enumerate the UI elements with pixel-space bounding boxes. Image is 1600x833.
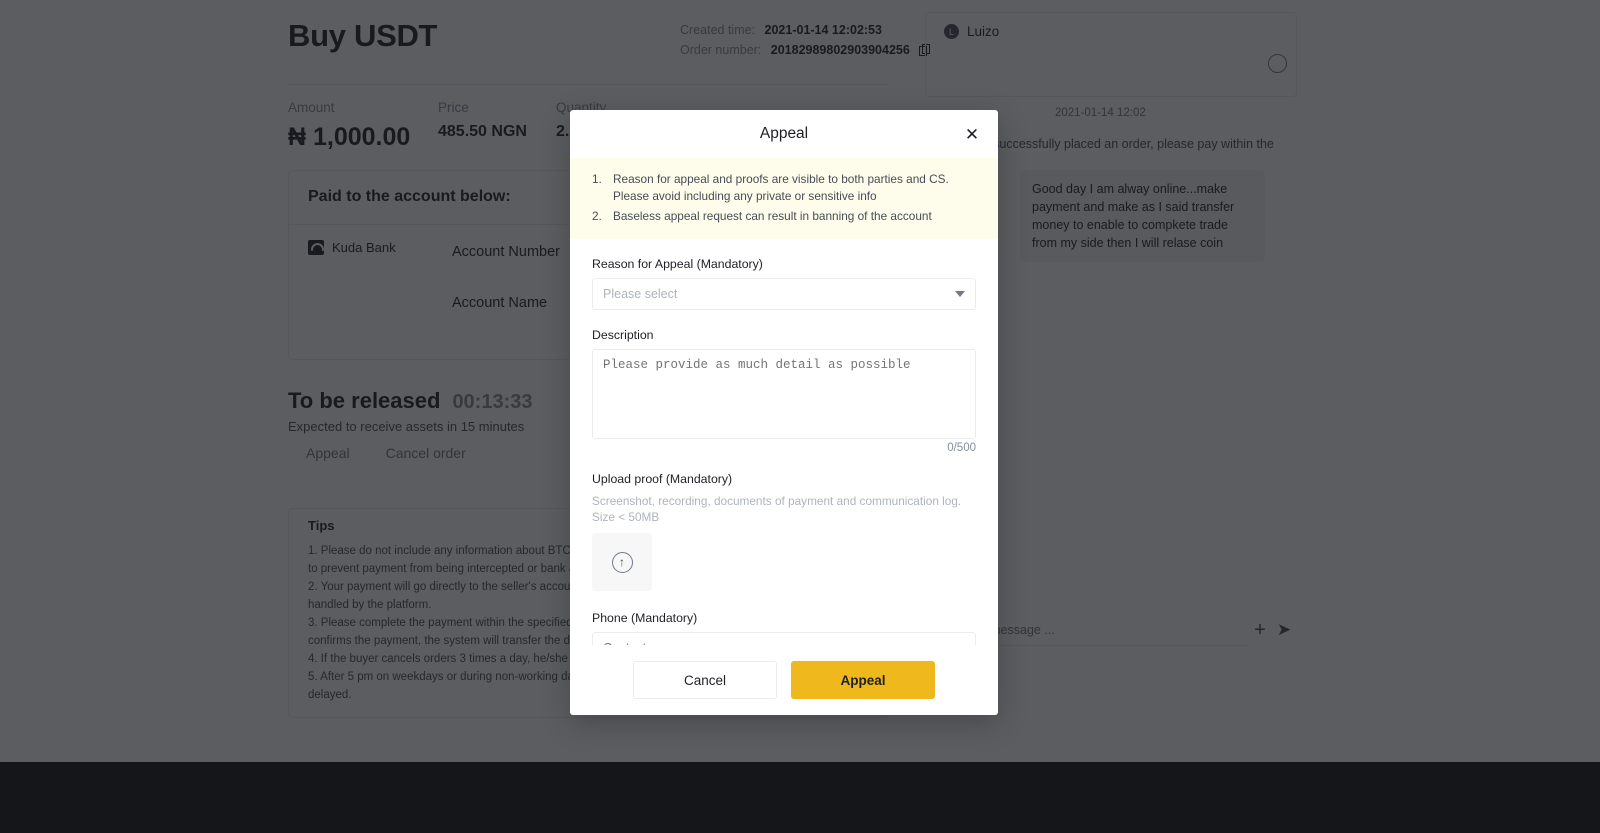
notice-number: 1.: [592, 172, 602, 186]
reason-selected-value: Please select: [603, 287, 678, 301]
description-label: Description: [592, 328, 654, 342]
reason-label: Reason for Appeal (Mandatory): [592, 257, 763, 271]
appeal-modal: Appeal ✕ 1. Reason for appeal and proofs…: [570, 110, 998, 715]
notice-item: 1. Reason for appeal and proofs are visi…: [592, 171, 976, 205]
close-icon[interactable]: ✕: [960, 122, 984, 146]
phone-label: Phone (Mandatory): [592, 611, 698, 625]
modal-header: Appeal ✕: [570, 110, 998, 158]
app-root: Buy USDT Created time: 2021-01-14 12:02:…: [0, 0, 1600, 833]
upload-arrow-icon: ↑: [611, 551, 633, 573]
upload-dropzone[interactable]: ↑: [592, 533, 652, 591]
page-footer-bar: [0, 762, 1600, 833]
description-counter: 0/500: [947, 442, 976, 454]
notice-number: 2.: [592, 209, 602, 223]
chevron-down-icon: [955, 291, 965, 297]
phone-input[interactable]: [592, 632, 976, 645]
modal-title: Appeal: [759, 125, 809, 142]
notice-text: Baseless appeal request can result in ba…: [613, 209, 932, 223]
description-input[interactable]: [603, 358, 965, 430]
upload-label: Upload proof (Mandatory): [592, 472, 733, 486]
appeal-submit-button[interactable]: Appeal: [791, 661, 935, 699]
reason-select[interactable]: Please select: [592, 278, 976, 310]
upload-hint: Screenshot, recording, documents of paym…: [592, 494, 962, 524]
notice-text: Reason for appeal and proofs are visible…: [613, 172, 949, 203]
notice-item: 2. Baseless appeal request can result in…: [592, 208, 976, 225]
description-box[interactable]: [592, 349, 976, 439]
modal-footer: Cancel Appeal: [570, 645, 998, 715]
cancel-button[interactable]: Cancel: [633, 661, 777, 699]
modal-body: Reason for Appeal (Mandatory) Please sel…: [570, 239, 998, 645]
appeal-notice-banner: 1. Reason for appeal and proofs are visi…: [570, 158, 998, 239]
